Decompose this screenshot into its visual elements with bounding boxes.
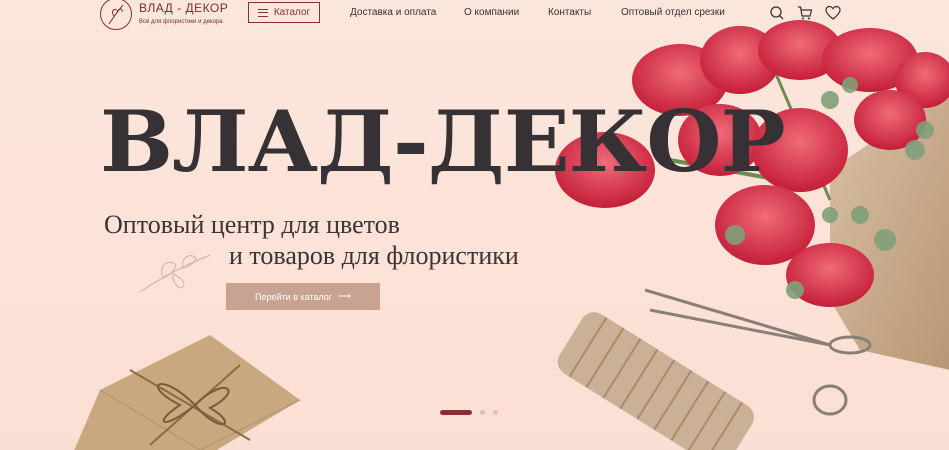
slider-dot-1[interactable] [440, 410, 472, 415]
nav-wholesale-cut[interactable]: Оптовый отдел срезки [621, 7, 725, 18]
tulip-bouquet-image [555, 20, 949, 450]
arrow-right-icon: ⟶ [338, 291, 351, 301]
cta-label: Перейти в каталог [255, 291, 333, 302]
nav-delivery[interactable]: Доставка и оплата [350, 7, 436, 18]
menu-icon [257, 8, 268, 17]
search-icon[interactable] [769, 5, 785, 21]
hero-subtitle-line-2: и товаров для флористики [229, 241, 519, 270]
go-to-catalog-button[interactable]: Перейти в каталог ⟶ [226, 283, 380, 310]
hero-subtitle-line-1: Оптовый центр для цветов [104, 210, 400, 239]
hero-section: ВЛАД - ДЕКОР Всё для флористики и декора… [0, 0, 949, 450]
slider-pagination [440, 410, 498, 415]
hero-title: ВЛАД-ДЕКОР [100, 92, 786, 191]
leaf-sketch-icon [139, 254, 211, 293]
site-header: ВЛАД - ДЕКОР Всё для флористики и декора… [0, 0, 949, 30]
catalog-label: Каталог [273, 7, 311, 18]
slider-dot-2[interactable] [480, 410, 485, 415]
nav-contacts[interactable]: Контакты [548, 7, 591, 18]
logo-subtitle: Всё для флористики и декора [139, 19, 223, 25]
heart-icon[interactable] [825, 5, 841, 21]
gift-box-image [74, 335, 301, 450]
nav-about[interactable]: О компании [464, 7, 519, 18]
catalog-button[interactable]: Каталог [248, 2, 320, 23]
logo-title: ВЛАД - ДЕКОР [139, 1, 229, 15]
slider-dot-3[interactable] [493, 410, 498, 415]
logo-flower-icon [100, 0, 132, 30]
cart-icon[interactable] [797, 5, 813, 21]
